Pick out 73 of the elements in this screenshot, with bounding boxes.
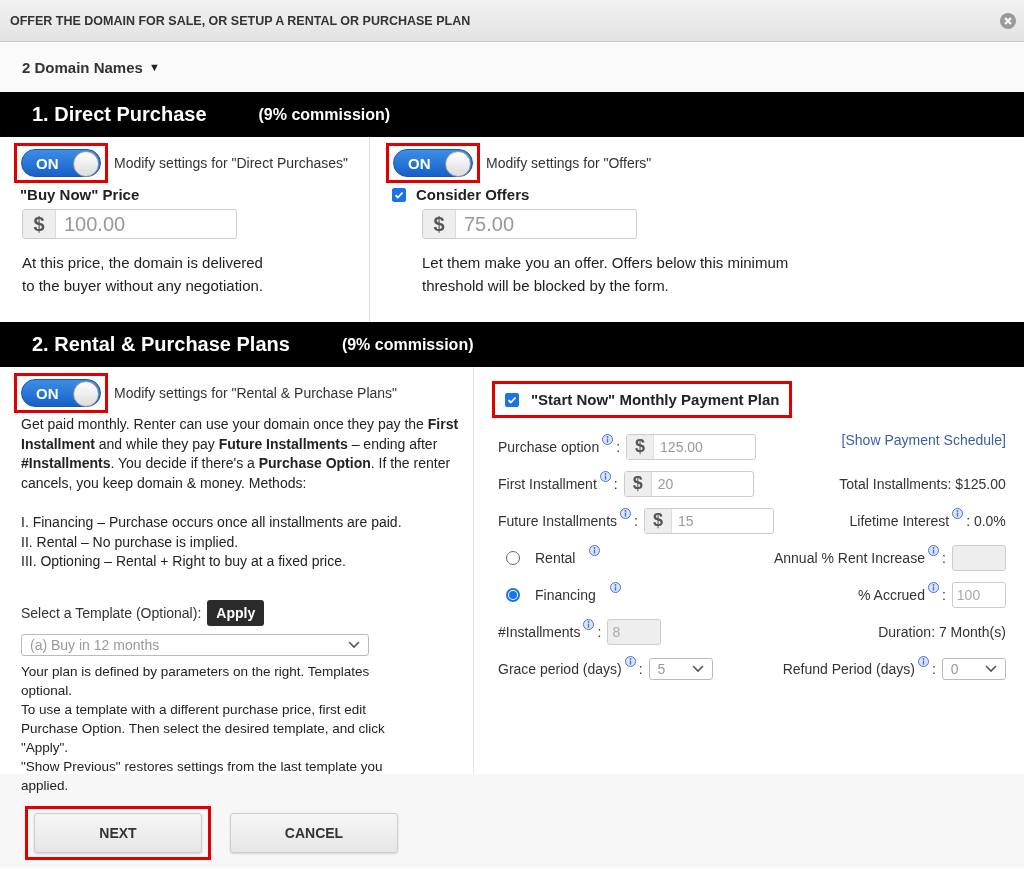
template-label: Select a Template (Optional): xyxy=(21,604,202,621)
radio-button[interactable] xyxy=(506,587,520,602)
field-label: Future Installments xyxy=(498,512,618,529)
field-label: Refund Period (days) xyxy=(782,660,915,677)
close-icon[interactable] xyxy=(1000,12,1016,29)
field-label: Grace period (days) xyxy=(498,660,622,677)
colon: : xyxy=(597,623,602,640)
price-field[interactable]: $ 75.00 xyxy=(422,209,637,239)
toggle-switch[interactable]: ON xyxy=(21,379,101,407)
checkmark-icon xyxy=(507,394,517,405)
commission-text: (9% commission) xyxy=(341,335,474,354)
checkbox[interactable] xyxy=(392,187,406,202)
price-field[interactable]: $ 15 xyxy=(643,507,774,534)
radio-button[interactable] xyxy=(506,550,520,565)
colon: : xyxy=(638,660,643,677)
field-label: Lifetime Interest xyxy=(849,512,950,529)
chevron-down-icon xyxy=(984,664,997,673)
footer-button[interactable]: CANCEL xyxy=(230,813,398,853)
toggle-caption: Modify settings for "Direct Purchases" xyxy=(114,155,349,171)
info-icon[interactable] xyxy=(583,619,595,630)
description-text: Let them make you an offer. Offers below this minimum threshold will be blocked by the form. xyxy=(422,253,789,296)
info-icon[interactable] xyxy=(602,434,614,445)
field-label: % Accrued xyxy=(858,586,925,603)
colon: : xyxy=(931,660,936,677)
summary-text: Total Installments: $125.00 xyxy=(839,475,1006,492)
toggle-switch[interactable]: ON xyxy=(393,149,473,177)
checkbox[interactable] xyxy=(505,392,519,407)
window-title: OFFER THE DOMAIN FOR SALE, OR SETUP A RENTAL OR PURCHASE PLAN xyxy=(10,13,471,28)
field-label: Financing xyxy=(535,586,596,603)
checkbox-label: Consider Offers xyxy=(416,186,530,203)
footer-button[interactable]: NEXT xyxy=(34,813,202,853)
caret-icon[interactable]: ▼ xyxy=(148,61,160,73)
section-title: 1. Direct Purchase xyxy=(32,103,207,126)
toggle-switch[interactable]: ON xyxy=(21,149,101,177)
domain-names-dropdown[interactable]: 2 Domain Names xyxy=(22,58,143,76)
toggle-caption: Modify settings for "Rental & Purchase Plans" xyxy=(114,385,398,401)
field-label: Annual % Rent Increase xyxy=(773,549,925,566)
help-text: Your plan is defined by parameters on the right. Templates optional. To use a template with a different purchase price, first edit Purchase Option. Then select the desired template, and click "Apply". "Show Previous" restores settings from the last template you applied. xyxy=(21,662,386,795)
info-icon[interactable] xyxy=(599,471,611,482)
field-label: Purchase option xyxy=(498,438,600,455)
colon: : xyxy=(613,475,618,492)
price-field[interactable]: $ 100.00 xyxy=(22,209,237,239)
summary-text: Duration: 7 Month(s) xyxy=(878,623,1006,640)
chevron-down-icon xyxy=(691,664,704,673)
description-text: Get paid monthly. Renter can use your domain once they pay the First Installment and while they pay Future Installments – ending after #Installments. You decide if there's a Purchase Option. If the renter cancels, you keep domain & money. Methods: I. Financing – Purchase occurs once all installments are paid. II. Rental – No purchase is implied. III. Optioning – Rental + Right to buy at a fixed price. xyxy=(21,415,460,572)
colon: : xyxy=(616,438,621,455)
info-icon[interactable] xyxy=(917,656,929,667)
toggle-caption: Modify settings for "Offers" xyxy=(486,155,652,171)
readout-value: : 0.0% xyxy=(966,512,1006,529)
info-icon[interactable] xyxy=(589,545,601,556)
colon: : xyxy=(941,586,946,603)
info-icon[interactable] xyxy=(609,582,621,593)
colon: : xyxy=(941,549,946,566)
checkmark-icon xyxy=(394,189,404,200)
info-icon[interactable] xyxy=(927,582,939,593)
field-label: First Installment xyxy=(498,475,597,492)
description-text: At this price, the domain is delivered to the buyer without any negotiation. xyxy=(22,253,264,296)
price-field[interactable]: $ 20 xyxy=(623,470,754,497)
show-schedule-link[interactable]: [Show Payment Schedule] xyxy=(841,432,1006,448)
price-field[interactable]: $ 125.00 xyxy=(626,433,757,460)
colon: : xyxy=(634,512,638,529)
apply-button[interactable]: Apply xyxy=(207,599,265,626)
field-heading: "Buy Now" Price xyxy=(20,186,140,203)
commission-text: (9% commission) xyxy=(258,105,391,124)
plan-title: "Start Now" Monthly Payment Plan xyxy=(531,391,780,408)
section-title: 2. Rental & Purchase Plans xyxy=(32,333,290,356)
field-label: #Installments xyxy=(498,623,581,640)
info-icon[interactable] xyxy=(927,545,939,556)
chevron-down-icon xyxy=(348,640,360,649)
info-icon[interactable] xyxy=(620,508,632,519)
info-icon[interactable] xyxy=(952,508,964,519)
info-icon[interactable] xyxy=(624,656,636,667)
field-label: Rental xyxy=(535,549,576,566)
